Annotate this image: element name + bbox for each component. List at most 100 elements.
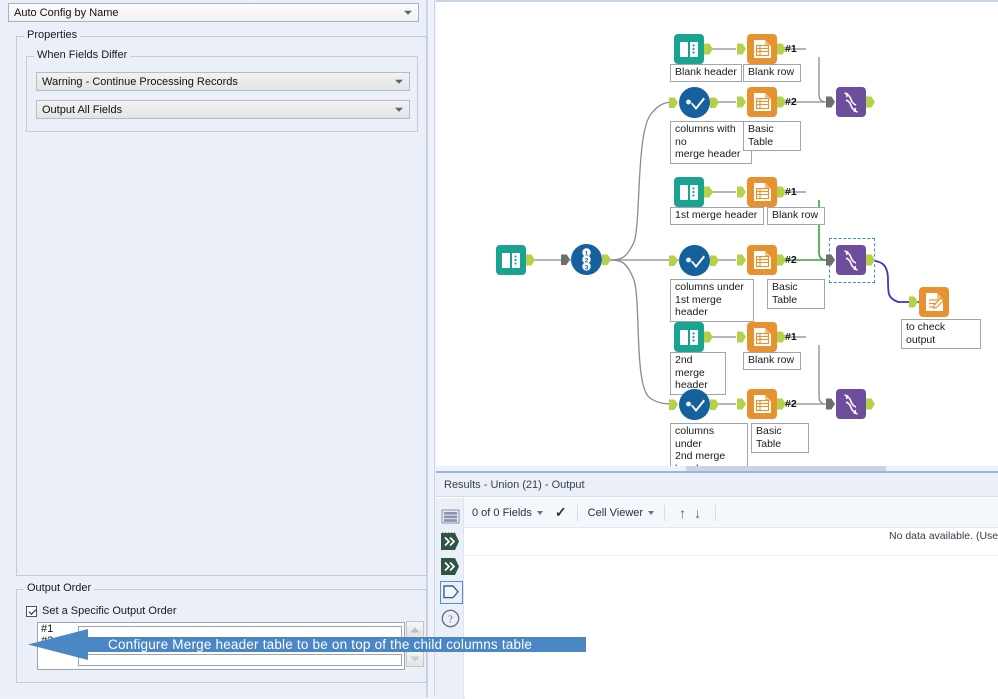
results-toolbar: 0 of 0 Fields ✓ Cell Viewer ↑ ↓: [464, 498, 998, 528]
arrow-down-icon: [410, 656, 420, 661]
results-side-toolbar: ?: [436, 498, 464, 699]
properties-group: Properties When Fields Differ Warning - …: [16, 30, 427, 576]
toolbar-separator: [664, 504, 666, 521]
node-blank-row-2[interactable]: [737, 177, 786, 207]
results-data-area[interactable]: [465, 529, 998, 699]
node-label: Basic Table: [751, 423, 809, 453]
tag-icon[interactable]: [440, 581, 463, 604]
move-up-button[interactable]: [406, 621, 424, 638]
when-fields-differ-legend: When Fields Differ: [34, 50, 131, 61]
toolbar-separator: [715, 504, 717, 521]
check-circle-icon: [669, 389, 719, 420]
node-label: to check output: [901, 319, 981, 349]
help-icon[interactable]: ?: [440, 608, 461, 629]
connection-label: #1: [785, 43, 797, 55]
node-blank-row-1[interactable]: [737, 34, 786, 64]
order-row-field-2[interactable]: [78, 654, 402, 666]
node-label: columns under 1st merge header: [670, 279, 754, 322]
set-specific-output-order-label: Set a Specific Output Order: [42, 605, 177, 617]
when-fields-differ-value: Warning - Continue Processing Records: [42, 75, 238, 88]
chevron-down-icon: [536, 510, 543, 515]
auto-config-mode-value: Auto Config by Name: [14, 6, 119, 19]
node-cols-under-1st[interactable]: [669, 245, 719, 276]
check-circle-icon: [669, 87, 719, 118]
svg-text:3: 3: [585, 265, 589, 272]
table-layout-icon[interactable]: [440, 506, 461, 527]
input-data-icon: [674, 177, 713, 207]
output-fields-value: Output All Fields: [42, 103, 123, 116]
tool-configuration-panel: Auto Config by Name Properties When Fiel…: [0, 0, 427, 697]
node-input-main[interactable]: [496, 245, 535, 275]
chevron-down-icon: [648, 510, 655, 515]
arrow-up-icon: [410, 627, 420, 632]
check-icon[interactable]: ✓: [555, 504, 567, 521]
node-cols-no-merge[interactable]: [669, 87, 719, 118]
chevron-down-icon: [404, 10, 412, 15]
toolbar-separator: [576, 504, 578, 521]
cell-viewer-label: Cell Viewer: [587, 506, 644, 519]
node-union-1[interactable]: [826, 87, 875, 117]
cell-viewer-dropdown[interactable]: Cell Viewer: [587, 506, 655, 519]
set-specific-output-order-row[interactable]: Set a Specific Output Order: [26, 605, 177, 617]
when-fields-differ-group: When Fields Differ Warning - Continue Pr…: [26, 50, 418, 132]
order-row-field-1[interactable]: [78, 626, 402, 638]
node-blank-row-3[interactable]: [737, 322, 786, 352]
check-circle-icon: [669, 245, 719, 276]
fields-count-dropdown[interactable]: 0 of 0 Fields: [472, 507, 543, 519]
forward-chevrons-icon-2[interactable]: [440, 556, 461, 577]
node-second-merge-header[interactable]: [674, 322, 713, 352]
node-label: 1st merge header: [670, 207, 764, 225]
node-basic-table-1[interactable]: [737, 87, 786, 117]
output-order-legend: Output Order: [24, 583, 95, 594]
results-title-bar: Results - Union (21) - Output: [436, 473, 998, 497]
table-tool-icon: [737, 245, 786, 275]
when-fields-differ-dropdown[interactable]: Warning - Continue Processing Records: [36, 72, 410, 91]
node-basic-table-2[interactable]: [737, 245, 786, 275]
union-tool-icon: [826, 87, 875, 117]
node-label: columns with no merge header: [670, 121, 752, 164]
connection-label: #2: [785, 398, 797, 410]
node-sheet-picker[interactable]: 1 2 3: [561, 244, 611, 275]
move-down-button[interactable]: [406, 650, 424, 667]
set-specific-output-order-checkbox[interactable]: [26, 605, 37, 617]
node-union-2-selected[interactable]: [826, 245, 875, 275]
table-tool-icon: [737, 389, 786, 419]
table-tool-icon: [737, 177, 786, 207]
no-data-message: No data available. (Use Ct: [889, 530, 998, 542]
up-arrow-icon[interactable]: ↑: [679, 505, 686, 521]
browse-tool-icon: [909, 287, 949, 317]
workflow-canvas[interactable]: 1 2 3 Blank header Blank row #1 columns …: [436, 2, 998, 470]
node-basic-table-3[interactable]: [737, 389, 786, 419]
table-tool-icon: [737, 87, 786, 117]
node-label: Blank row: [743, 64, 801, 82]
svg-text:?: ?: [448, 614, 453, 626]
node-first-merge-header[interactable]: [674, 177, 713, 207]
chevron-down-icon: [395, 107, 403, 112]
node-cols-under-2nd[interactable]: [669, 389, 719, 420]
node-to-check-output[interactable]: [909, 287, 949, 317]
node-union-3[interactable]: [826, 389, 875, 419]
output-fields-dropdown[interactable]: Output All Fields: [36, 100, 410, 119]
node-label: Blank row: [743, 352, 801, 370]
node-label: Blank header: [670, 64, 742, 82]
table-tool-icon: [737, 322, 786, 352]
numbered-list-icon: 1 2 3: [561, 244, 611, 275]
output-order-listbox[interactable]: #1 #2: [37, 622, 405, 670]
union-tool-icon: [826, 389, 875, 419]
node-blank-header[interactable]: [674, 34, 713, 64]
connection-label: #1: [785, 186, 797, 198]
node-label: Basic Table: [743, 121, 801, 151]
fields-count-label: 0 of 0 Fields: [472, 506, 532, 519]
app-window: Auto Config by Name Properties When Fiel…: [0, 0, 998, 699]
connection-label: #2: [785, 254, 797, 266]
down-arrow-icon[interactable]: ↓: [694, 505, 701, 521]
forward-chevrons-icon[interactable]: [440, 531, 461, 552]
row-divider: [465, 555, 998, 556]
input-data-icon: [674, 322, 713, 352]
results-title: Results - Union (21) - Output: [444, 478, 585, 491]
auto-config-mode-dropdown[interactable]: Auto Config by Name: [8, 3, 419, 22]
panel-splitter[interactable]: [427, 0, 435, 697]
properties-legend: Properties: [24, 30, 81, 41]
results-panel: Results - Union (21) - Output ? 0 of 0 F…: [436, 471, 998, 699]
output-order-group: Output Order Set a Specific Output Order…: [16, 583, 427, 683]
